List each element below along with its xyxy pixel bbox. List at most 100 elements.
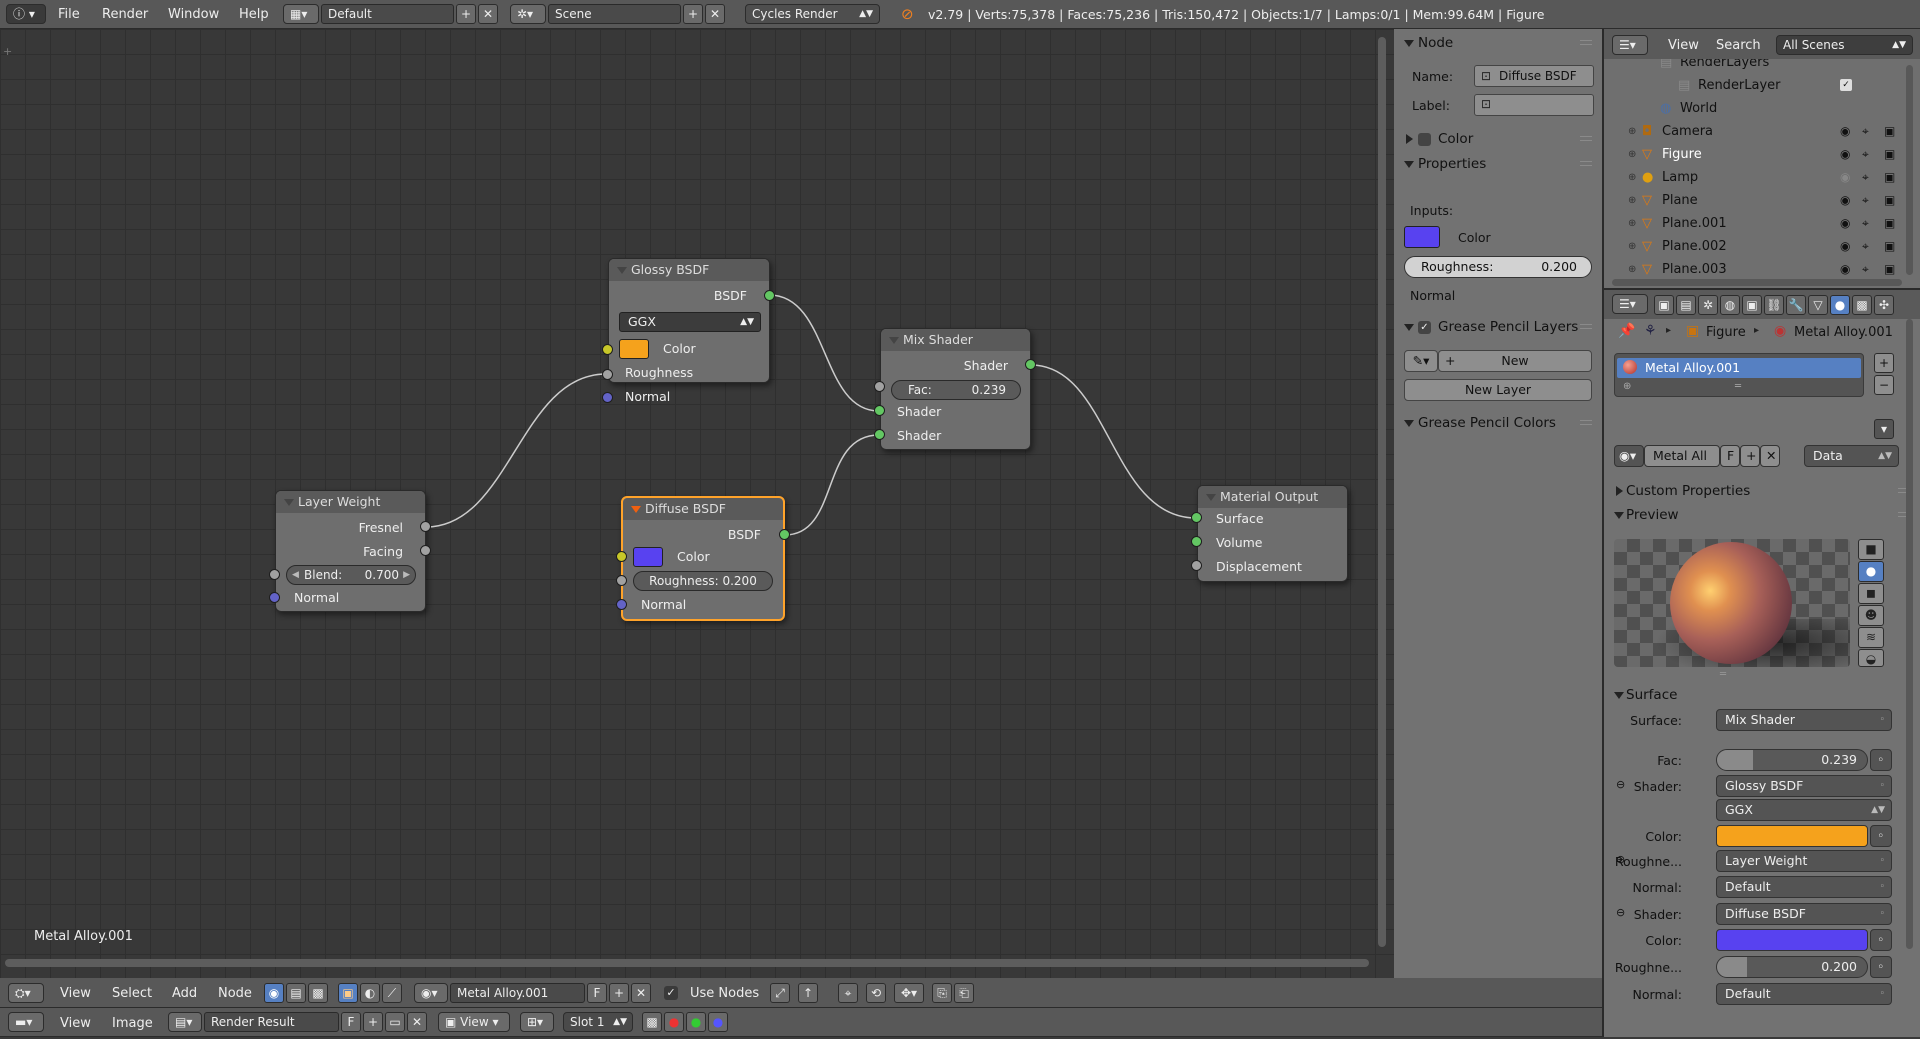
surface-link-dropdown[interactable]: Diffuse BSDF ◦ [1716, 903, 1892, 925]
node-name-field[interactable]: ⊡ Diffuse BSDF [1474, 65, 1594, 87]
socket-diffuse-roughness-in[interactable] [616, 575, 627, 586]
socket-glossy-normal-in[interactable] [602, 392, 613, 403]
menu-help[interactable]: Help [239, 7, 269, 22]
node-material-output[interactable]: Material Output Surface Volume Displacem… [1197, 485, 1348, 582]
outliner-h-scrollbar[interactable] [1612, 279, 1902, 286]
value-slider[interactable]: 0.239 [1716, 749, 1868, 771]
cursor-icon[interactable]: ⌖ [1862, 143, 1869, 166]
pivot-dropdown[interactable]: ⊞▾ [520, 1012, 554, 1032]
camera-render-icon[interactable]: ▣ [1884, 143, 1895, 166]
socket-diffuse-bsdf-out[interactable] [779, 529, 790, 540]
socket-diffuse-normal-in[interactable] [616, 599, 627, 610]
socket-volume-in[interactable] [1191, 536, 1202, 547]
image-unlink-button[interactable]: ✕ [407, 1012, 427, 1032]
green-channel-icon[interactable]: ● [686, 1012, 706, 1032]
eye-icon[interactable]: ◉ [1840, 212, 1850, 235]
material-slot-list[interactable]: Metal Alloy.001 ═ ⊕ [1614, 353, 1864, 397]
texture-tab-icon[interactable]: ▩ [1852, 295, 1872, 315]
menu-file[interactable]: File [58, 7, 80, 22]
socket-displacement-in[interactable] [1191, 560, 1202, 571]
screen-layout-icon[interactable]: ▦▾ [283, 4, 319, 24]
preview-resize-grip-icon[interactable]: ═ [1720, 669, 1726, 680]
collapse-icon[interactable] [1206, 494, 1216, 501]
collapse-icon[interactable] [617, 267, 627, 274]
menu-view[interactable]: View [60, 986, 91, 1001]
texture-tree-icon[interactable]: ▩ [308, 983, 328, 1003]
image-fake-user-button[interactable]: F [341, 1012, 361, 1032]
outliner-item[interactable]: ⊕ ◘ Camera ◉ ⌖ ▣ [1604, 120, 1904, 143]
outliner-item[interactable]: ⊕ ▽ Plane ◉ ⌖ ▣ [1604, 189, 1904, 212]
surface-link-dropdown[interactable]: Glossy BSDF ◦ [1716, 775, 1892, 797]
camera-render-icon[interactable]: ▣ [1884, 189, 1895, 212]
modifiers-tab-icon[interactable]: 🔧 [1786, 295, 1806, 315]
eye-icon[interactable]: ◉ [1840, 166, 1850, 189]
material-tab-icon[interactable]: ● [1830, 295, 1850, 315]
remove-layout-button[interactable]: ✕ [478, 4, 498, 24]
world-shader-icon[interactable]: ◐ [360, 983, 380, 1003]
fac-slider[interactable]: Fac: 0.239 [891, 380, 1021, 400]
snap-target-icon[interactable]: ✥▾ [894, 983, 924, 1003]
preview-sky-icon[interactable]: ◒ [1858, 649, 1884, 667]
socket-diffuse-color-in[interactable] [616, 551, 627, 562]
color-swatch[interactable] [1716, 825, 1868, 847]
expand-toggle-icon[interactable]: ⊕ [1628, 258, 1636, 281]
surface-link-dropdown[interactable]: Default ◦ [1716, 983, 1892, 1005]
cursor-icon[interactable]: ⌖ [1862, 120, 1869, 143]
particles-tab-icon[interactable]: ✣ [1874, 295, 1894, 315]
eye-icon[interactable]: ◉ [1840, 189, 1850, 212]
expand-toggle-icon[interactable]: ⊕ [1628, 120, 1636, 143]
image-browse-button[interactable]: ▤▾ [168, 1012, 202, 1032]
red-channel-icon[interactable]: ● [664, 1012, 684, 1032]
socket-surface-in[interactable] [1191, 512, 1202, 523]
blue-channel-icon[interactable]: ● [708, 1012, 728, 1032]
menu-select[interactable]: Select [112, 986, 152, 1001]
horizontal-scrollbar[interactable] [5, 959, 1369, 967]
camera-render-icon[interactable]: ▣ [1884, 166, 1895, 189]
socket-glossy-color-in[interactable] [602, 344, 613, 355]
scene-icon[interactable]: ✲▾ [510, 4, 546, 24]
remove-scene-button[interactable]: ✕ [705, 4, 725, 24]
section-surface[interactable]: Surface [1604, 683, 1920, 707]
menu-node[interactable]: Node [218, 986, 252, 1001]
use-nodes-checkbox[interactable]: ✓ [664, 986, 678, 1000]
snap-icon[interactable]: ⌖ [838, 983, 858, 1003]
node-diffuse-bsdf[interactable]: Diffuse BSDF BSDF Color Roughness: 0.200… [621, 496, 785, 621]
outliner-item[interactable]: ⊕ ▽ Plane.002 ◉ ⌖ ▣ [1604, 235, 1904, 258]
image-editor-type-button[interactable]: ▬▾ [8, 1012, 44, 1032]
drag-grip-icon[interactable] [1580, 324, 1592, 329]
breadcrumb-object[interactable]: Figure [1706, 325, 1746, 340]
camera-render-icon[interactable]: ▣ [1884, 235, 1895, 258]
material-browse-button[interactable]: ◉▾ [1614, 445, 1644, 467]
expand-toggle-icon[interactable]: ⊕ [1628, 166, 1636, 189]
node-mix-shader[interactable]: Mix Shader Shader Fac: 0.239 Shader Shade… [880, 328, 1031, 450]
outliner-scrollbar[interactable] [1906, 65, 1913, 275]
fake-user-button[interactable]: F [587, 983, 607, 1003]
area-divider[interactable] [1602, 29, 1604, 1037]
surface-link-dropdown[interactable]: Default ◦ [1716, 876, 1892, 898]
display-channels-icon[interactable]: ▩ [642, 1012, 662, 1032]
node-editor-canvas[interactable]: + Glossy BSDF BSDF GGX ▲▼ Color Roughness… [0, 29, 1394, 978]
expand-toggle-icon[interactable]: ⊕ [1628, 212, 1636, 235]
vertical-scrollbar[interactable] [1378, 37, 1386, 947]
section-node-header[interactable]: Node [1394, 31, 1602, 55]
socket-mix-shader1-in[interactable] [874, 405, 885, 416]
pin-icon[interactable]: 📌 [1618, 323, 1635, 339]
breadcrumb-material[interactable]: Metal Alloy.001 [1794, 325, 1893, 340]
collapse-link-icon[interactable]: ⊖ [1616, 906, 1625, 919]
link-dropdown-button[interactable]: ◦ [1870, 956, 1892, 978]
material-specials-button[interactable]: ▾ [1874, 419, 1894, 439]
object-shader-icon[interactable]: ▣ [338, 983, 358, 1003]
shader-tree-icon[interactable]: ◉ [264, 983, 284, 1003]
editor-type-info-button[interactable]: ⓘ ▾ [6, 4, 46, 24]
node-header[interactable]: Diffuse BSDF [623, 498, 783, 520]
image-name-field[interactable]: Render Result [204, 1012, 339, 1032]
scene-name-field[interactable]: Scene [548, 4, 681, 24]
backdrop-icon[interactable]: ⤢ [770, 983, 790, 1003]
drag-grip-icon[interactable] [1580, 40, 1592, 45]
outliner-item[interactable]: ▤ RenderLayers [1604, 59, 1904, 74]
section-gp-layers-header[interactable]: ✓ Grease Pencil Layers [1394, 315, 1602, 339]
cursor-icon[interactable]: ⌖ [1862, 258, 1869, 281]
link-dropdown-button[interactable]: ◦ [1870, 929, 1892, 951]
material-browse-button[interactable]: ◉▾ [414, 983, 448, 1003]
add-material-slot-button[interactable]: + [1874, 353, 1894, 373]
